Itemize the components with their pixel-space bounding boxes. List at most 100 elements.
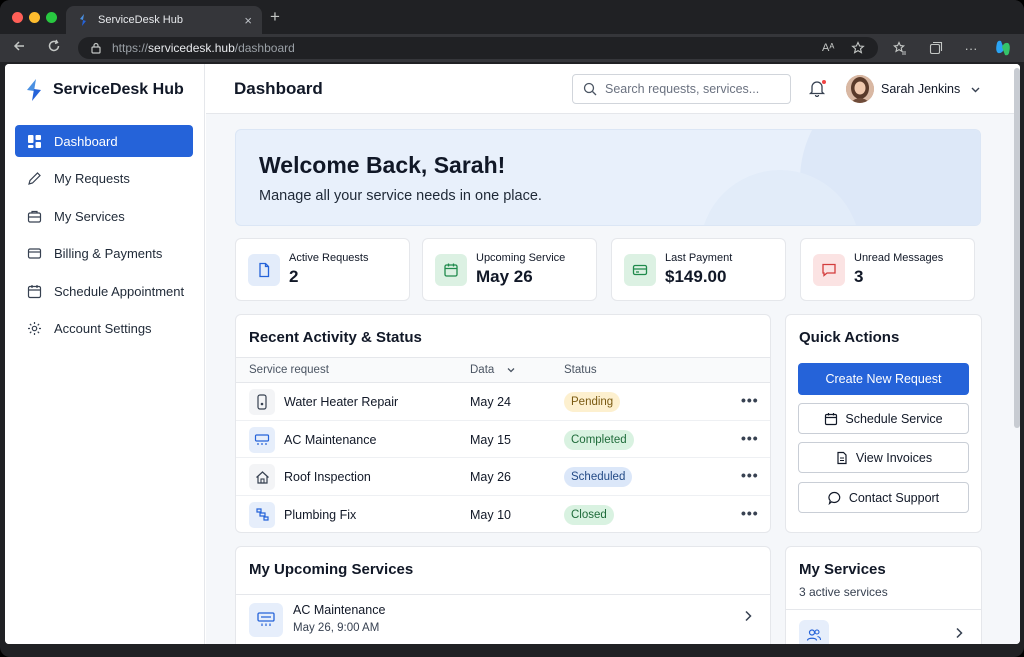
- row-more-menu-icon[interactable]: •••: [741, 392, 759, 408]
- calendar-icon: [825, 412, 838, 425]
- brand[interactable]: ServiceDesk Hub: [23, 78, 184, 102]
- stat-card-active-requests[interactable]: Active Requests 2: [235, 238, 410, 301]
- contact-support-button[interactable]: Contact Support: [798, 482, 969, 513]
- sidebar-item-account-settings[interactable]: Account Settings: [15, 313, 193, 345]
- stat-card-upcoming-service[interactable]: Upcoming Service May 26: [422, 238, 597, 301]
- list-item[interactable]: AC Maintenance May 26, 9:00 AM: [236, 594, 770, 644]
- reload-icon: [48, 39, 60, 52]
- document-icon: [837, 451, 847, 464]
- scrollbar-thumb[interactable]: [1014, 68, 1020, 428]
- view-invoices-button[interactable]: View Invoices: [798, 442, 969, 473]
- row-date: May 24: [470, 395, 511, 409]
- user-name: Sarah Jenkins: [881, 82, 961, 96]
- message-icon: [813, 253, 845, 286]
- stat-value: May 26: [476, 267, 533, 286]
- sidebar-item-my-requests[interactable]: My Requests: [15, 163, 193, 195]
- favorites-icon[interactable]: [891, 39, 909, 57]
- reload-button[interactable]: [45, 39, 63, 57]
- chevron-down-icon: [971, 87, 980, 92]
- column-header-date[interactable]: Data: [470, 364, 516, 376]
- stat-value: 3: [854, 267, 864, 286]
- new-tab-button[interactable]: +: [266, 8, 284, 26]
- table-header: Service request Data Status: [236, 357, 770, 383]
- address-bar[interactable]: https://servicedesk.hub/dashboard Aᴬ: [78, 37, 878, 59]
- sidebar-item-my-services[interactable]: My Services: [15, 200, 193, 232]
- row-more-menu-icon[interactable]: •••: [741, 505, 759, 521]
- table-row[interactable]: Water Heater Repair May 24 Pending •••: [236, 383, 770, 421]
- stat-label: Upcoming Service: [476, 252, 566, 264]
- minimize-window-button[interactable]: [29, 12, 40, 23]
- search-input[interactable]: [605, 82, 775, 96]
- my-services-card: My Services 3 active services: [785, 546, 982, 644]
- list-item[interactable]: [786, 609, 981, 644]
- user-menu[interactable]: Sarah Jenkins: [846, 75, 981, 103]
- chevron-right-icon[interactable]: [741, 609, 755, 623]
- collections-icon[interactable]: [927, 39, 945, 57]
- url-text: https://servicedesk.hub/dashboard: [112, 41, 295, 55]
- ac-unit-icon: [249, 426, 275, 453]
- notifications-button[interactable]: [808, 79, 828, 99]
- row-date: May 10: [470, 507, 511, 522]
- row-service-name: AC Maintenance: [284, 432, 377, 447]
- table-row[interactable]: Roof Inspection May 26 Scheduled •••: [236, 458, 770, 496]
- table-row[interactable]: AC Maintenance May 15 Completed •••: [236, 421, 770, 458]
- schedule-service-button[interactable]: Schedule Service: [798, 403, 969, 434]
- stat-card-last-payment[interactable]: Last Payment $149.00: [611, 238, 786, 301]
- sidebar-item-dashboard[interactable]: Dashboard: [15, 125, 193, 157]
- read-aloud-icon[interactable]: Aᴬ: [822, 37, 834, 59]
- page-scrollbar[interactable]: [1014, 64, 1020, 644]
- browser-tab[interactable]: ServiceDesk Hub ×: [66, 6, 262, 34]
- stat-value: 2: [289, 267, 299, 286]
- page-viewport: ServiceDesk Hub Dashboard My Requests My…: [5, 64, 1020, 644]
- row-more-menu-icon[interactable]: •••: [741, 467, 759, 483]
- avatar: [846, 75, 874, 103]
- card-title: My Upcoming Services: [249, 561, 414, 578]
- briefcase-icon: [26, 208, 42, 224]
- sidebar-item-label: My Requests: [54, 171, 130, 186]
- copilot-icon[interactable]: [994, 39, 1012, 57]
- stat-value: $149.00: [665, 267, 727, 286]
- row-more-menu-icon[interactable]: •••: [741, 430, 759, 446]
- status-badge: Scheduled: [564, 467, 633, 487]
- browser-window: ServiceDesk Hub × + https://servicedesk.…: [0, 0, 1024, 657]
- document-icon: [248, 253, 280, 286]
- top-header: Dashboard Search requests, services... S…: [206, 64, 1020, 114]
- card-title: Recent Activity & Status: [249, 329, 422, 346]
- row-service-name: Roof Inspection: [284, 470, 371, 484]
- sidebar-item-label: Billing & Payments: [54, 246, 163, 261]
- close-window-button[interactable]: [12, 12, 23, 23]
- gear-icon: [26, 321, 42, 337]
- back-button[interactable]: [10, 39, 28, 57]
- status-badge: Closed: [564, 504, 614, 525]
- chat-bubble-icon: [828, 491, 841, 505]
- stat-label: Active Requests: [289, 252, 369, 264]
- sidebar-item-label: Account Settings: [54, 321, 152, 336]
- row-date: May 15: [470, 432, 511, 447]
- row-date: May 26: [470, 470, 511, 484]
- card-icon: [26, 246, 42, 262]
- column-header-service[interactable]: Service request: [249, 364, 329, 376]
- more-menu-icon[interactable]: ···: [962, 39, 980, 57]
- main-content: Dashboard Search requests, services... S…: [206, 64, 1020, 644]
- welcome-title: Welcome Back, Sarah!: [259, 152, 506, 178]
- column-header-status[interactable]: Status: [564, 364, 597, 376]
- search-box[interactable]: [572, 74, 791, 104]
- sidebar-item-schedule[interactable]: Schedule Appointment: [15, 275, 193, 307]
- pipe-icon: [249, 501, 275, 528]
- dashboard-icon: [26, 133, 42, 149]
- brand-name: ServiceDesk Hub: [53, 81, 184, 98]
- sort-chevron-icon: [507, 368, 514, 373]
- chevron-right-icon[interactable]: [952, 626, 966, 640]
- row-service-name: Water Heater Repair: [284, 395, 399, 409]
- sidebar-item-label: Schedule Appointment: [54, 283, 185, 299]
- page-title: Dashboard: [234, 79, 323, 98]
- tab-close-icon[interactable]: ×: [244, 14, 252, 27]
- table-row[interactable]: Plumbing Fix May 10 Closed •••: [236, 496, 770, 533]
- recent-activity-card: Recent Activity & Status Service request…: [235, 314, 771, 533]
- create-new-request-button[interactable]: Create New Request: [798, 363, 969, 395]
- sidebar-nav: Dashboard My Requests My Services Billin…: [15, 125, 193, 350]
- maximize-window-button[interactable]: [46, 12, 57, 23]
- stat-card-unread-messages[interactable]: Unread Messages 3: [800, 238, 975, 301]
- favorite-star-icon[interactable]: [851, 37, 865, 59]
- sidebar-item-billing[interactable]: Billing & Payments: [15, 238, 193, 270]
